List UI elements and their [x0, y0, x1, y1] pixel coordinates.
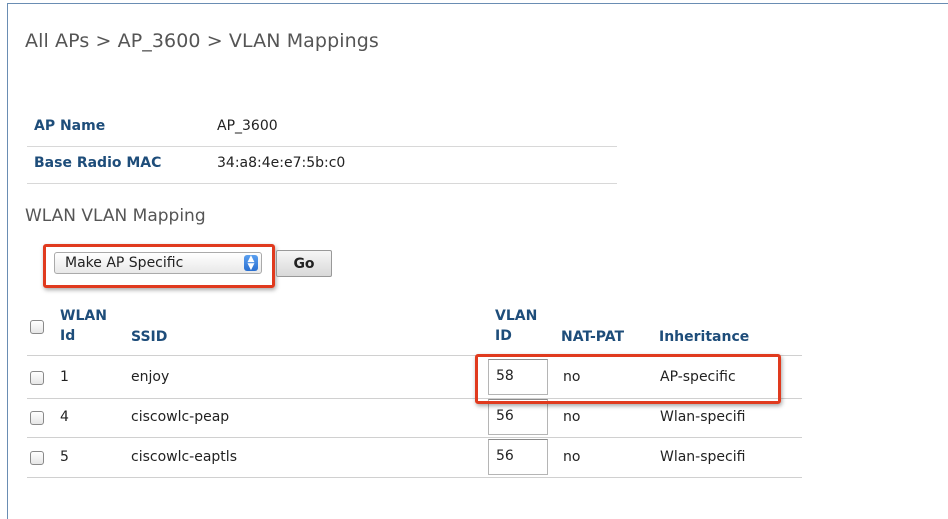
go-button[interactable]: Go	[276, 250, 332, 277]
vlan-id-input[interactable]: 56	[488, 399, 548, 435]
base-radio-mac-value: 34:a8:4e:e7:5b:c0	[217, 155, 346, 171]
wlan-id-cell: 1	[60, 369, 69, 385]
inheritance-cell: Wlan-specifi	[660, 449, 746, 465]
page-title: All APs > AP_3600 > VLAN Mappings	[25, 30, 379, 52]
ap-name-row: AP Name AP_3600	[27, 110, 617, 147]
ap-name-label: AP Name	[34, 118, 106, 134]
action-select-value: Make AP Specific	[65, 255, 184, 271]
action-select[interactable]: Make AP Specific ▲ ▼	[54, 252, 262, 274]
header-inheritance: Inheritance	[659, 329, 750, 345]
ssid-cell: ciscowlc-peap	[131, 409, 230, 425]
wlan-id-cell: 5	[60, 449, 69, 465]
header-ssid: SSID	[131, 329, 168, 345]
header-nat-pat: NAT-PAT	[561, 329, 625, 345]
select-arrows-icon: ▲ ▼	[244, 255, 258, 272]
ap-name-value: AP_3600	[217, 118, 278, 134]
ssid-cell: ciscowlc-eaptls	[131, 449, 237, 465]
nat-pat-cell: no	[563, 409, 581, 425]
ssid-cell: enjoy	[131, 369, 170, 385]
base-radio-mac-label: Base Radio MAC	[34, 155, 162, 171]
header-vlan-id-line1: VLAN	[495, 308, 538, 324]
row-divider	[27, 437, 802, 438]
select-all-checkbox[interactable]	[30, 320, 44, 334]
vlan-id-input[interactable]: 56	[488, 439, 548, 475]
header-wlan-id: WLAN Id	[60, 306, 107, 346]
header-vlan-id: VLAN ID	[495, 306, 537, 346]
row-checkbox[interactable]	[30, 451, 44, 465]
base-radio-mac-row: Base Radio MAC 34:a8:4e:e7:5b:c0	[27, 147, 617, 184]
header-wlan-id-line1: WLAN	[60, 308, 107, 324]
inheritance-cell: Wlan-specifi	[660, 409, 746, 425]
nat-pat-cell: no	[563, 449, 581, 465]
row-divider	[27, 477, 802, 478]
ap-info-table: AP Name AP_3600 Base Radio MAC 34:a8:4e:…	[27, 110, 617, 184]
header-wlan-id-line2: Id	[60, 328, 76, 344]
section-title: WLAN VLAN Mapping	[25, 206, 206, 226]
header-vlan-id-line2: ID	[495, 328, 512, 344]
row-checkbox[interactable]	[30, 371, 44, 385]
row-checkbox[interactable]	[30, 411, 44, 425]
row-highlight	[475, 354, 781, 404]
wlan-id-cell: 4	[60, 409, 69, 425]
